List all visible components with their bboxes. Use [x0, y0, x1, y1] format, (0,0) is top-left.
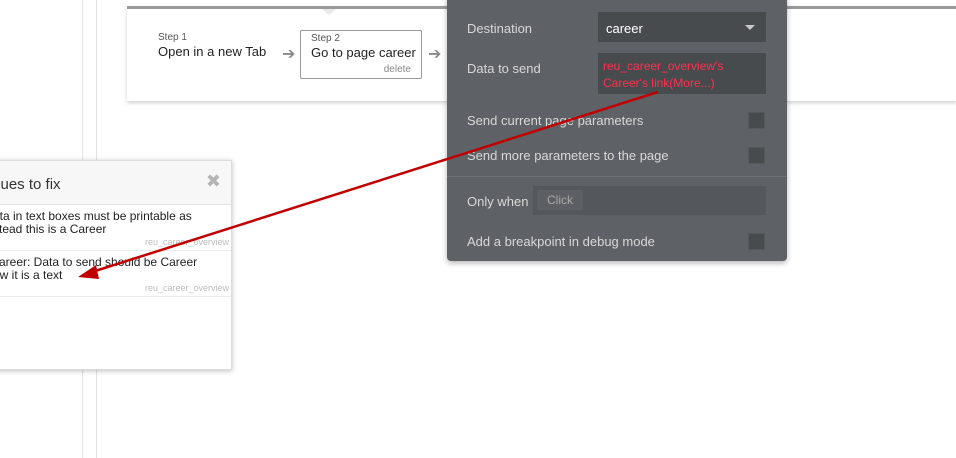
breakpoint-label: Add a breakpoint in debug mode	[467, 234, 655, 249]
issue-text: ata in text boxes must be printable as s…	[0, 210, 192, 236]
data-expression-line: Career's link(More...)	[603, 76, 715, 90]
data-expression-line: reu_career_overview's	[603, 59, 724, 73]
data-to-send-label: Data to send	[467, 61, 541, 76]
breakpoint-checkbox[interactable]	[748, 233, 765, 250]
divider	[447, 176, 787, 177]
issue-source: reu_career_overview	[144, 237, 229, 247]
step-title: Go to page career	[311, 45, 416, 60]
destination-value: career	[606, 21, 643, 36]
arrow-right-icon: ➔	[428, 46, 442, 63]
step-number: Step 1	[158, 32, 187, 43]
delete-step-link[interactable]: delete	[384, 64, 411, 75]
issue-item[interactable]: career: Data to send should be Career ow…	[0, 251, 231, 297]
workflow-pointer	[322, 9, 336, 15]
send-current-params-checkbox[interactable]	[748, 112, 765, 129]
issues-title: sues to fix	[0, 176, 61, 193]
only-when-label: Only when	[467, 194, 529, 209]
step-number: Step 2	[311, 33, 340, 44]
issues-panel: sues to fix ✖ ata in text boxes must be …	[0, 160, 232, 370]
arrow-right-icon: ➔	[282, 46, 296, 63]
issue-text-line: stead this is a Career	[0, 222, 107, 236]
condition-placeholder: Click	[537, 190, 583, 210]
step-title: Open in a new Tab	[158, 44, 267, 59]
send-current-params-label: Send current page parameters	[467, 113, 644, 128]
issue-text: career: Data to send should be Career ow…	[0, 256, 197, 282]
issues-header: sues to fix ✖	[0, 161, 231, 205]
destination-label: Destination	[467, 21, 533, 36]
workflow-step-1[interactable]: Step 1 Open in a new Tab	[158, 32, 266, 59]
send-more-params-label: Send more parameters to the page	[467, 148, 669, 163]
workflow-step-2[interactable]: Step 2 Go to page career delete	[300, 30, 422, 79]
issue-source: reu_career_overview	[144, 283, 229, 293]
chevron-down-icon	[745, 25, 755, 30]
issue-text-line: ow it is a text	[0, 268, 63, 282]
only-when-field[interactable]: Click	[533, 186, 766, 215]
destination-dropdown[interactable]: career	[598, 12, 766, 42]
send-more-params-checkbox[interactable]	[748, 147, 765, 164]
issue-item[interactable]: ata in text boxes must be printable as s…	[0, 205, 231, 251]
close-icon[interactable]: ✖	[206, 171, 221, 192]
action-property-editor: Destination career Data to send reu_care…	[447, 0, 787, 261]
data-to-send-field[interactable]: reu_career_overview's Career's link(More…	[598, 53, 766, 94]
